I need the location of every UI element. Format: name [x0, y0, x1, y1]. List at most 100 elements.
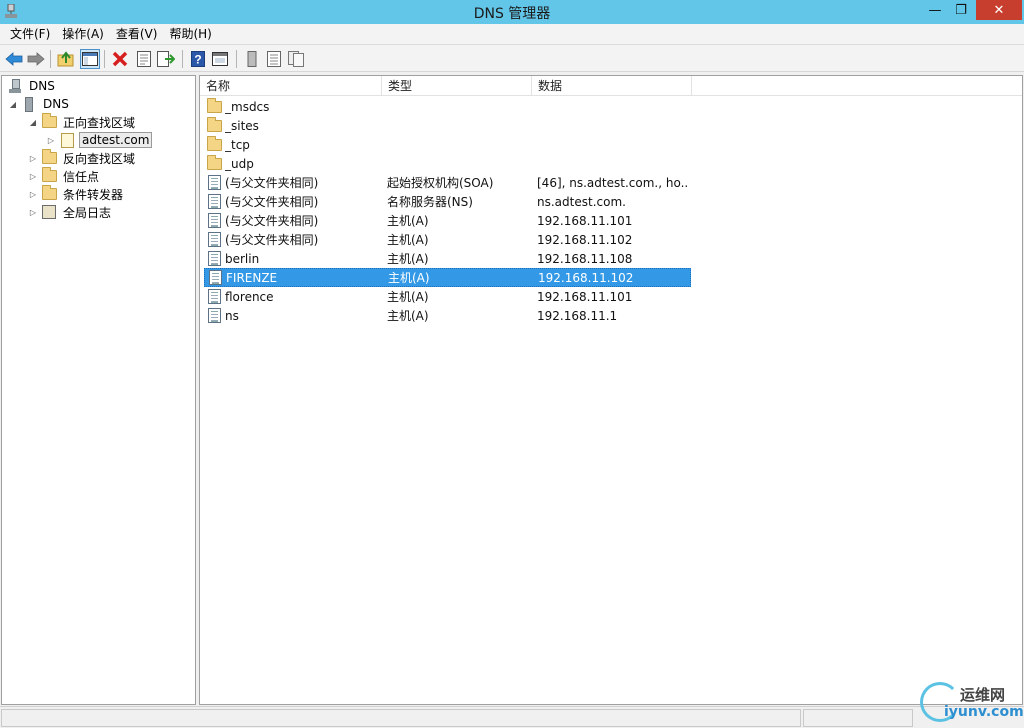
tree-label: 反向查找区域	[63, 151, 136, 166]
tree-label: DNS	[29, 79, 55, 93]
tree-label: 条件转发器	[63, 187, 124, 202]
expand-arrow-icon[interactable]: ▷	[28, 154, 38, 163]
folder-icon	[206, 97, 222, 115]
cell-type: 主机(A)	[387, 309, 429, 323]
table-row[interactable]: berlin 主机(A) 192.168.11.108	[204, 249, 691, 268]
column-header-type[interactable]: 类型	[382, 76, 532, 96]
tree-node-trust-points[interactable]: ▷ 信任点	[28, 167, 101, 185]
minimize-button[interactable]: —	[922, 0, 948, 20]
toolbar-separator	[182, 50, 183, 68]
list-icon[interactable]	[264, 49, 284, 69]
menu-action[interactable]: 操作(A)	[56, 25, 110, 43]
menu-help[interactable]: 帮助(H)	[163, 25, 217, 43]
cell-type: 起始授权机构(SOA)	[387, 176, 494, 190]
tree-node-forward-zones[interactable]: ◢ 正向查找区域	[28, 113, 137, 131]
delete-icon[interactable]	[110, 49, 130, 69]
up-folder-icon[interactable]	[56, 49, 76, 69]
folder-icon	[206, 154, 222, 172]
menu-bar: 文件(F) 操作(A) 查看(V) 帮助(H)	[0, 24, 1024, 44]
cell-data: 192.168.11.102	[538, 270, 634, 285]
cell-name: berlin	[225, 251, 260, 266]
list-header: 名称 类型 数据	[200, 76, 1022, 96]
folder-icon	[41, 185, 57, 202]
table-row[interactable]: (与父文件夹相同) 起始授权机构(SOA) [46], ns.adtest.com.…	[204, 173, 691, 192]
status-segment	[803, 709, 913, 727]
toolbar-separator	[50, 50, 51, 68]
console-tree-icon[interactable]	[210, 49, 230, 69]
table-row[interactable]: _msdcs	[204, 97, 691, 116]
new-record-icon[interactable]	[242, 49, 262, 69]
record-icon	[206, 175, 222, 191]
menu-file[interactable]: 文件(F)	[4, 25, 56, 43]
record-icon	[206, 213, 222, 229]
tree-node-zone-adtest[interactable]: ▷ adtest.com	[46, 131, 153, 149]
table-row[interactable]: florence 主机(A) 192.168.11.101	[204, 287, 691, 306]
forward-icon[interactable]	[26, 49, 46, 69]
menu-view[interactable]: 查看(V)	[110, 25, 164, 43]
watermark-logo: 运维网 iyunv.com	[920, 680, 1024, 726]
cell-data: 192.168.11.101	[537, 289, 633, 304]
cell-data: 192.168.11.108	[537, 251, 633, 266]
record-icon	[206, 251, 222, 267]
svg-text:?: ?	[194, 53, 201, 67]
zone-file-icon	[59, 132, 75, 148]
tree-node-dns-root[interactable]: DNS	[4, 77, 57, 95]
expand-arrow-icon[interactable]: ▷	[28, 208, 38, 217]
cell-data: ns.adtest.com.	[537, 194, 626, 209]
column-header-name[interactable]: 名称	[200, 76, 382, 96]
tree-node-dns-server[interactable]: ◢ DNS	[8, 95, 71, 113]
collapse-arrow-icon[interactable]: ◢	[28, 118, 38, 127]
table-row[interactable]: ns 主机(A) 192.168.11.1	[204, 306, 691, 325]
cell-name: (与父文件夹相同)	[225, 233, 319, 247]
toolbar-separator	[104, 50, 105, 68]
help-icon[interactable]: ?	[188, 49, 208, 69]
tree-node-reverse-zones[interactable]: ▷ 反向查找区域	[28, 149, 137, 167]
cell-name: FIRENZE	[226, 270, 278, 285]
collapse-arrow-icon[interactable]: ◢	[8, 100, 18, 109]
column-header-data[interactable]: 数据	[532, 76, 692, 96]
tree-label: 全局日志	[63, 205, 112, 220]
tree-label: 信任点	[63, 169, 100, 184]
table-row[interactable]: _tcp	[204, 135, 691, 154]
export-list-icon[interactable]	[156, 49, 176, 69]
table-row[interactable]: (与父文件夹相同) 名称服务器(NS) ns.adtest.com.	[204, 192, 691, 211]
table-row[interactable]: _sites	[204, 116, 691, 135]
dns-root-icon	[7, 78, 23, 94]
show-hide-tree-icon[interactable]	[80, 49, 100, 69]
tree-label: DNS	[43, 97, 69, 111]
status-segment	[1, 709, 801, 727]
folder-icon	[41, 149, 57, 166]
record-icon	[207, 270, 223, 286]
watermark-url: iyunv.com	[944, 704, 1024, 720]
refresh-icon[interactable]	[286, 49, 306, 69]
expand-arrow-icon[interactable]: ▷	[28, 172, 38, 181]
expand-arrow-icon[interactable]: ▷	[28, 190, 38, 199]
cell-data: 192.168.11.101	[537, 213, 633, 228]
watermark-text: 运维网	[960, 686, 1006, 704]
record-list-pane[interactable]: 名称 类型 数据 _msdcs _sites _tcp _udp (与父文件夹相同) 起始…	[199, 75, 1023, 705]
folder-icon	[206, 135, 222, 153]
folder-icon	[41, 167, 57, 184]
folder-icon	[206, 116, 222, 134]
table-row[interactable]: FIRENZE 主机(A) 192.168.11.102	[204, 268, 691, 287]
cell-data: [46], ns.adtest.com., ho...	[537, 175, 689, 190]
back-icon[interactable]	[4, 49, 24, 69]
expand-arrow-icon[interactable]: ▷	[46, 136, 56, 145]
maximize-button[interactable]: ❐	[948, 0, 974, 20]
table-row[interactable]: (与父文件夹相同) 主机(A) 192.168.11.102	[204, 230, 691, 249]
table-row[interactable]: _udp	[204, 154, 691, 173]
tree-node-global-logs[interactable]: ▷ 全局日志	[28, 203, 113, 221]
folder-icon	[41, 113, 57, 130]
server-icon	[21, 96, 37, 112]
cell-type: 主机(A)	[387, 290, 429, 304]
close-button[interactable]: ✕	[976, 0, 1022, 20]
cell-name: (与父文件夹相同)	[225, 176, 319, 190]
properties-icon[interactable]	[134, 49, 154, 69]
tree-node-conditional-forwarders[interactable]: ▷ 条件转发器	[28, 185, 125, 203]
toolbar: ?	[0, 44, 1024, 72]
table-row[interactable]: (与父文件夹相同) 主机(A) 192.168.11.101	[204, 211, 691, 230]
title-bar: DNS 管理器 — ❐ ✕	[0, 0, 1024, 24]
cell-data: 192.168.11.1	[537, 308, 618, 323]
console-tree-pane[interactable]: DNS ◢ DNS ◢ 正向查找区域 ▷ adtest.com ▷ 反向查找区域…	[1, 75, 196, 705]
tree-label: 正向查找区域	[63, 115, 136, 130]
